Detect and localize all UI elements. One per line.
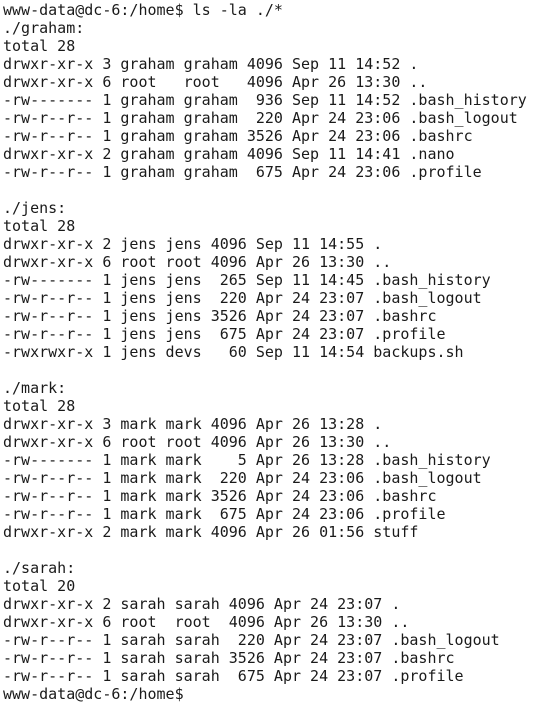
listing-entry: -rwxrwxr-x 1 jens devs 60 Sep 11 14:54 b… bbox=[3, 343, 464, 361]
listing-entry: drwxr-xr-x 6 root root 4096 Apr 26 13:30… bbox=[3, 73, 428, 91]
listing-entry: drwxr-xr-x 3 mark mark 4096 Apr 26 13:28… bbox=[3, 415, 383, 433]
directory-header-jens: ./jens: bbox=[3, 199, 67, 217]
listing-entry: drwxr-xr-x 3 graham graham 4096 Sep 11 1… bbox=[3, 55, 419, 73]
total-line: total 28 bbox=[3, 37, 76, 55]
listing-entry: -rw-r--r-- 1 graham graham 3526 Apr 24 2… bbox=[3, 127, 473, 145]
listing-entry: -rw-r--r-- 1 graham graham 220 Apr 24 23… bbox=[3, 109, 518, 127]
listing-entry: -rw-r--r-- 1 jens jens 675 Apr 24 23:07 … bbox=[3, 325, 446, 343]
listing-entry: -rw-r--r-- 1 sarah sarah 220 Apr 24 23:0… bbox=[3, 631, 500, 649]
command-line: www-data@dc-6:/home$ ls -la ./* bbox=[3, 1, 283, 19]
listing-entry: -rw-r--r-- 1 sarah sarah 3526 Apr 24 23:… bbox=[3, 649, 455, 667]
directory-header-sarah: ./sarah: bbox=[3, 559, 76, 577]
listing-entry: -rw-r--r-- 1 graham graham 675 Apr 24 23… bbox=[3, 163, 482, 181]
terminal-window[interactable]: www-data@dc-6:/home$ ls -la ./* ./graham… bbox=[0, 0, 537, 706]
directory-header-graham: ./graham: bbox=[3, 19, 85, 37]
listing-entry: -rw-r--r-- 1 mark mark 220 Apr 24 23:06 … bbox=[3, 469, 482, 487]
listing-entry: drwxr-xr-x 2 jens jens 4096 Sep 11 14:55… bbox=[3, 235, 383, 253]
listing-entry: -rw------- 1 jens jens 265 Sep 11 14:45 … bbox=[3, 271, 491, 289]
listing-entry: -rw-r--r-- 1 jens jens 3526 Apr 24 23:07… bbox=[3, 307, 437, 325]
listing-entry: drwxr-xr-x 6 root root 4096 Apr 26 13:30… bbox=[3, 433, 392, 451]
listing-entry: drwxr-xr-x 2 graham graham 4096 Sep 11 1… bbox=[3, 145, 455, 163]
listing-entry: -rw-r--r-- 1 mark mark 675 Apr 24 23:06 … bbox=[3, 505, 446, 523]
total-line: total 28 bbox=[3, 217, 76, 235]
listing-entry: drwxr-xr-x 6 root root 4096 Apr 26 13:30… bbox=[3, 253, 392, 271]
directory-header-mark: ./mark: bbox=[3, 379, 67, 397]
listing-entry: drwxr-xr-x 2 sarah sarah 4096 Apr 24 23:… bbox=[3, 595, 401, 613]
listing-entry: -rw------- 1 mark mark 5 Apr 26 13:28 .b… bbox=[3, 451, 491, 469]
listing-entry: -rw------- 1 graham graham 936 Sep 11 14… bbox=[3, 91, 527, 109]
listing-entry: -rw-r--r-- 1 jens jens 220 Apr 24 23:07 … bbox=[3, 289, 482, 307]
listing-entry: -rw-r--r-- 1 mark mark 3526 Apr 24 23:06… bbox=[3, 487, 437, 505]
listing-entry: drwxr-xr-x 6 root root 4096 Apr 26 13:30… bbox=[3, 613, 410, 631]
total-line: total 20 bbox=[3, 577, 76, 595]
shell-prompt[interactable]: www-data@dc-6:/home$ bbox=[3, 685, 537, 703]
listing-entry: drwxr-xr-x 2 mark mark 4096 Apr 26 01:56… bbox=[3, 523, 419, 541]
total-line: total 28 bbox=[3, 397, 76, 415]
listing-entry: -rw-r--r-- 1 sarah sarah 675 Apr 24 23:0… bbox=[3, 667, 464, 685]
